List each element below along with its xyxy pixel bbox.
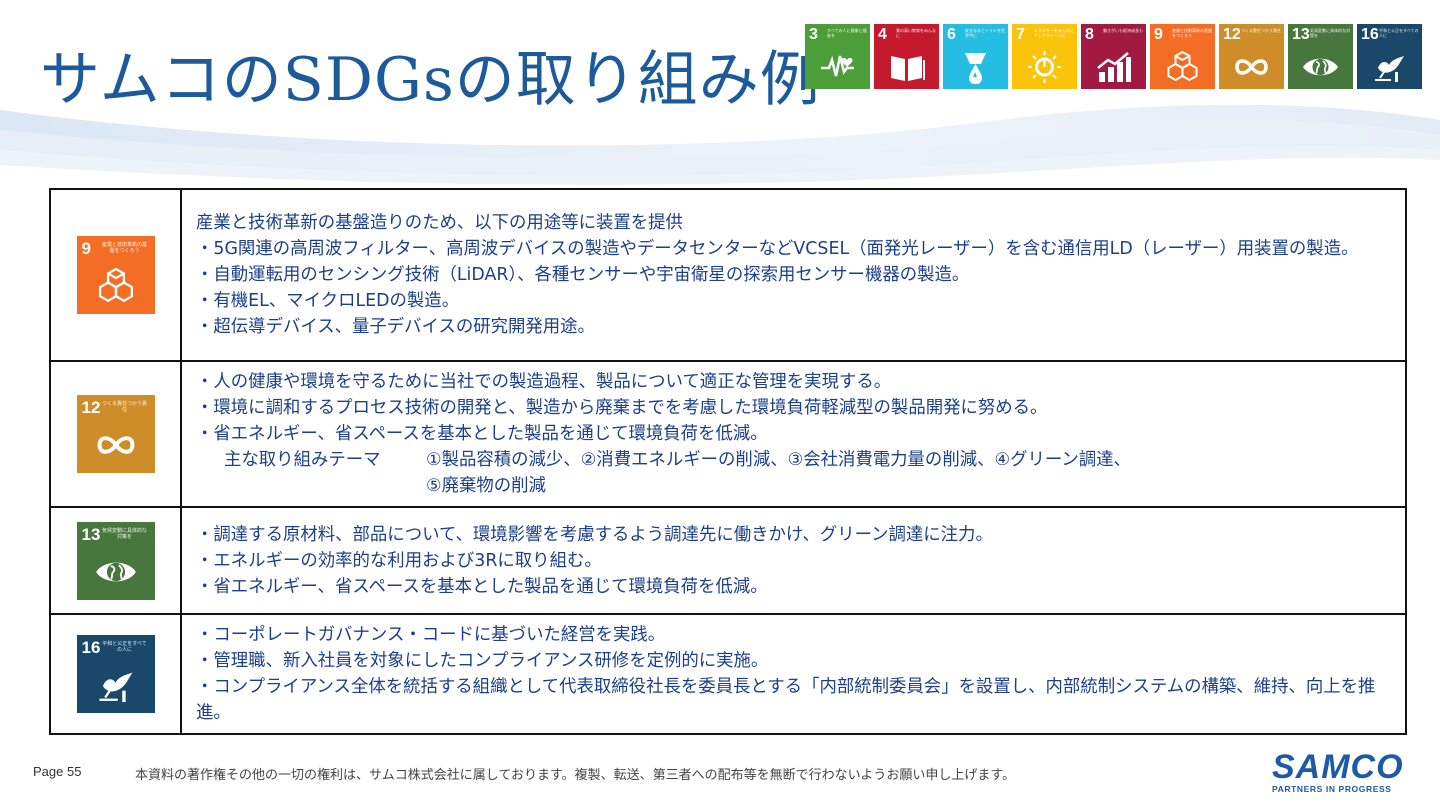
list-item: ・超伝導デバイス、量子デバイスの研究開発用途。 [196, 317, 595, 337]
sdg-goal-12-icon: 12 つくる責任つかう責任 [76, 395, 155, 473]
table-row: 12 つくる責任つかう責任 ・人の健康や環境を守るために当社での製造過程、製品につ… [49, 360, 1407, 508]
row-heading: 産業と技術革新の基盤造りのため、以下の用途等に装置を提供 [196, 213, 683, 233]
list-item: ・コーポレートガバナンス・コードに基づいた経営を実践。 [196, 625, 666, 645]
sdg-goal-caption: エネルギーをみんなにそしてクリーンに [1034, 28, 1074, 38]
initiative-text-cell: 産業と技術革新の基盤造りのため、以下の用途等に装置を提供 ・5G関連の高周波フィ… [180, 188, 1407, 362]
heartbeat-icon [821, 55, 854, 77]
cubes-icon [1167, 50, 1198, 82]
table-row: 13 気候変動に具体的な対策を ・調達する原材料、部品について、環境影響を考慮する… [49, 506, 1407, 615]
initiative-text-cell: ・調達する原材料、部品について、環境影響を考慮するよう調達先に働きかけ、グリーン… [180, 506, 1407, 615]
dove-icon [1375, 56, 1404, 82]
sdg-goal-caption: 平和と公正をすべての人に [102, 641, 147, 653]
sdg-icon-cell: 13 気候変動に具体的な対策を [49, 506, 182, 615]
sdg-goal-caption: 気候変動に具体的な対策を [1310, 28, 1350, 38]
sdg-goal-number: 13 [81, 524, 101, 544]
sdg-goal-6-icon: 6 安全な水とトイレを世界中に [943, 24, 1008, 89]
sdg-icon-cell: 9 産業と技術革新の基盤をつくろう [49, 188, 182, 362]
sdg-goal-caption: つくる責任つかう責任 [102, 401, 147, 413]
sdg-initiatives-table: 9 産業と技術革新の基盤をつくろう 産業と技術革新の基盤造りのため、以下の用途等に… [49, 188, 1407, 735]
sdg-goal-12-icon: 12 つくる責任つかう責任 [1219, 24, 1284, 89]
list-item: ・コンプライアンス全体を統括する組織として代表取締役社長を委員長とする「内部統制… [196, 677, 1376, 723]
copyright-notice: 本資料の著作権その他の一切の権利は、サムコ株式会社に属しております。複製、転送、… [135, 768, 1016, 783]
samco-logo: SAMCO PARTNERS IN PROGRESS [1272, 748, 1412, 794]
sdg-goal-number: 12 [81, 398, 101, 417]
sdg-goal-caption: 気候変動に具体的な対策を [101, 527, 147, 540]
sdg-icon-cell: 16 平和と公正をすべての人に [49, 613, 182, 735]
sdg-goal-caption: 安全な水とトイレを世界中に [965, 28, 1005, 38]
list-item: ・管理職、新入社員を対象にしたコンプライアンス研修を定例的に実施。 [196, 651, 769, 671]
sdg-goal-number: 4 [878, 26, 887, 43]
theme-block: 主な取り組みテーマ ①製品容積の減少、②消費エネルギーの削減、③会社消費電力量の… [196, 447, 1395, 499]
sdg-goal-number: 9 [1154, 26, 1163, 43]
sdg-goal-caption: 産業と技術革新の基盤をつくろう [101, 242, 147, 254]
list-item: ・5G関連の高周波フィルター、高周波デバイスの製造やデータセンターなどVCSEL… [196, 239, 1359, 259]
sdg-goal-9-icon: 9 産業と技術革新の基盤をつくろう [1150, 24, 1215, 89]
book-icon [891, 56, 925, 81]
growth-chart-icon [1097, 52, 1131, 82]
sdg-goal-number: 9 [81, 239, 91, 258]
sdg-goal-number: 16 [1361, 26, 1379, 43]
list-item: ・人の健康や環境を守るために当社での製造過程、製品について適正な管理を実現する。 [196, 372, 892, 392]
list-item: ・環境に調和するプロセス技術の開発と、製造から廃棄までを考慮した環境負荷軽減型の… [196, 398, 1048, 418]
sdg-goal-13-icon: 13 気候変動に具体的な対策を [1288, 24, 1353, 89]
table-row: 9 産業と技術革新の基盤をつくろう 産業と技術革新の基盤造りのため、以下の用途等に… [49, 188, 1407, 362]
water-drop-icon [965, 53, 986, 84]
theme-label: 主な取り組みテーマ [224, 450, 381, 470]
page-number: Page 55 [33, 764, 82, 779]
list-item: ・省エネルギー、省スペースを基本とした製品を通じて環境負荷を低減。 [196, 576, 768, 597]
theme-line: ①製品容積の減少、②消費エネルギーの削減、③会社消費電力量の削減、④グリーン調達… [426, 450, 1131, 470]
cubes-icon [98, 267, 133, 303]
sdg-goal-caption: つくる責任つかう責任 [1241, 28, 1281, 33]
logo-wordmark: SAMCO [1272, 748, 1404, 786]
list-item: ・省エネルギー、省スペースを基本とした製品を通じて環境負荷を低減。 [196, 424, 768, 444]
page-title: サムコのSDGsの取り組み例 [40, 45, 821, 115]
infinity-icon [1235, 59, 1268, 75]
sun-power-icon [1028, 51, 1061, 83]
sdg-goal-number: 7 [1016, 26, 1025, 43]
logo-tagline: PARTNERS IN PROGRESS [1272, 784, 1392, 794]
list-item: ・有機EL、マイクロLEDの製造。 [196, 291, 460, 311]
sdg-goal-number: 12 [1223, 26, 1241, 43]
sdg-goal-4-icon: 4 質の高い教育をみんなに [874, 24, 939, 89]
sdg-goal-number: 16 [81, 638, 101, 657]
list-item: ・調達する原材料、部品について、環境影響を考慮するよう調達先に働きかけ、グリーン… [196, 524, 993, 545]
list-item: ・自動運転用のセンシング技術（LiDAR）、各種センサーや宇宙衛星の探索用センサ… [196, 265, 970, 285]
theme-line: ⑤廃棄物の削減 [426, 476, 546, 496]
initiative-text-cell: ・人の健康や環境を守るために当社での製造過程、製品について適正な管理を実現する。… [180, 360, 1407, 508]
sdg-icons-header: 3 すべての人に健康と福祉を 4 質の高い教育をみんなに 6 安全な水とトイレを世界中に 7… [805, 24, 1422, 89]
sdg-goal-3-icon: 3 すべての人に健康と福祉を [805, 24, 870, 89]
sdg-goal-16-icon: 16 平和と公正をすべての人に [76, 635, 155, 713]
sdg-goal-16-icon: 16 平和と公正をすべての人に [1357, 24, 1422, 89]
sdg-goal-13-icon: 13 気候変動に具体的な対策を [76, 521, 155, 600]
sdg-goal-caption: 働きがいも経済成長も [1103, 28, 1143, 33]
list-item: ・エネルギーの効率的な利用および3Rに取り組む。 [196, 550, 602, 571]
sdg-goal-8-icon: 8 働きがいも経済成長も [1081, 24, 1146, 89]
sdg-goal-9-icon: 9 産業と技術革新の基盤をつくろう [76, 236, 155, 314]
sdg-goal-caption: 産業と技術革新の基盤をつくろう [1172, 28, 1212, 38]
eye-globe-icon [95, 562, 136, 581]
infinity-icon [97, 436, 134, 454]
sdg-goal-caption: すべての人に健康と福祉を [827, 28, 867, 38]
sdg-icon-cell: 12 つくる責任つかう責任 [49, 360, 182, 508]
sdg-goal-number: 8 [1085, 26, 1094, 43]
sdg-goal-number: 13 [1292, 26, 1310, 43]
sdg-goal-number: 6 [947, 26, 956, 43]
initiative-text-cell: ・コーポレートガバナンス・コードに基づいた経営を実践。 ・管理職、新入社員を対象… [180, 613, 1407, 735]
sdg-goal-caption: 平和と公正をすべての人に [1379, 28, 1419, 38]
table-row: 16 平和と公正をすべての人に ・コーポレートガバナンス・コードに基づいた経営を実… [49, 613, 1407, 735]
dove-icon [99, 672, 132, 703]
sdg-goal-caption: 質の高い教育をみんなに [896, 28, 936, 38]
eye-globe-icon [1303, 58, 1338, 76]
sdg-goal-7-icon: 7 エネルギーをみんなにそしてクリーンに [1012, 24, 1077, 89]
sdg-goal-number: 3 [809, 26, 818, 43]
